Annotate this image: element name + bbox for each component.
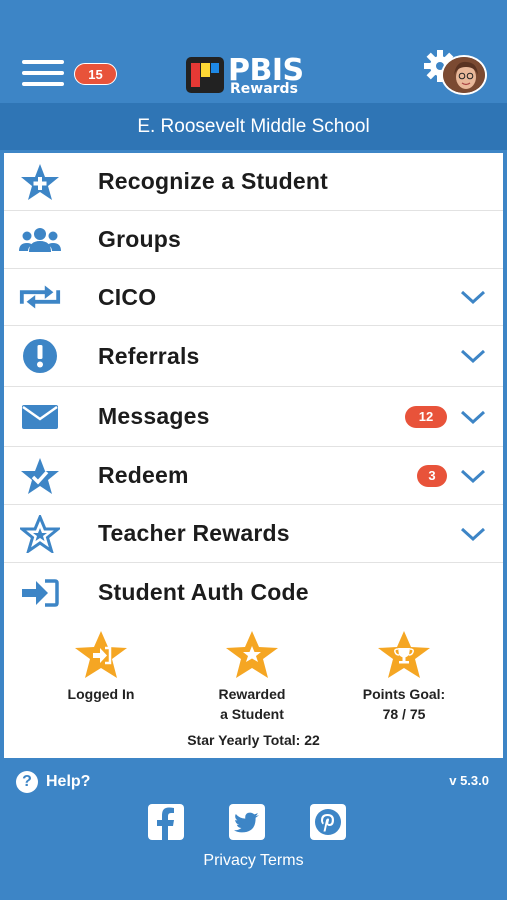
star-in-star-icon bbox=[223, 630, 281, 680]
stat-label-line: Rewarded bbox=[218, 686, 286, 702]
stat-label: Rewarded a Student bbox=[182, 684, 322, 724]
chevron-down-icon[interactable] bbox=[459, 287, 487, 307]
help-link[interactable]: ? Help? bbox=[16, 771, 90, 793]
star-outline-icon bbox=[18, 514, 62, 553]
swap-arrows-icon bbox=[18, 279, 62, 315]
main-menu: Recognize a Student Groups CICO Referral… bbox=[4, 153, 503, 622]
stat-logged-in: Logged In bbox=[31, 630, 171, 704]
help-label: Help? bbox=[46, 773, 91, 790]
question-circle-icon: ? bbox=[16, 771, 38, 793]
menu-label: Recognize a Student bbox=[98, 168, 328, 194]
points-goal-value: 78 / 75 bbox=[382, 706, 426, 722]
stat-label: Points Goal: 78 / 75 bbox=[334, 684, 474, 724]
envelope-icon bbox=[18, 399, 62, 435]
messages-count-badge: 12 bbox=[405, 405, 447, 428]
chevron-down-icon[interactable] bbox=[459, 466, 487, 486]
chevron-down-icon[interactable] bbox=[459, 407, 487, 427]
menu-label: Redeem bbox=[98, 462, 189, 488]
stat-label-line: a Student bbox=[220, 706, 284, 722]
menu-label: Referrals bbox=[98, 342, 200, 369]
menu-label: Student Auth Code bbox=[98, 579, 309, 605]
menu-item-referrals[interactable]: Referrals bbox=[4, 326, 503, 387]
menu-label: Teacher Rewards bbox=[98, 520, 290, 546]
menu-item-groups[interactable]: Groups bbox=[4, 211, 503, 269]
stat-label: Logged In bbox=[67, 686, 135, 702]
school-name: E. Roosevelt Middle School bbox=[0, 103, 507, 150]
star-check-icon bbox=[18, 457, 62, 494]
hamburger-menu-icon[interactable] bbox=[22, 60, 64, 88]
menu-item-recognize-student[interactable]: Recognize a Student bbox=[4, 153, 503, 211]
stats-panel: Logged In Rewarded a Student Points Goal… bbox=[4, 622, 503, 758]
user-avatar[interactable] bbox=[441, 55, 487, 95]
menu-item-teacher-rewards[interactable]: Teacher Rewards bbox=[4, 505, 503, 563]
menu-item-cico[interactable]: CICO bbox=[4, 269, 503, 326]
redeem-count-badge: 3 bbox=[417, 464, 447, 487]
twitter-icon[interactable] bbox=[229, 804, 265, 840]
menu-item-student-auth-code[interactable]: Student Auth Code bbox=[4, 563, 503, 622]
exclamation-circle-icon bbox=[18, 338, 62, 374]
chevron-down-icon[interactable] bbox=[459, 346, 487, 366]
sign-in-icon bbox=[18, 575, 62, 611]
star-plus-icon bbox=[18, 163, 62, 200]
star-sign-in-icon bbox=[72, 630, 130, 680]
menu-label: Groups bbox=[98, 226, 181, 252]
pinterest-icon[interactable] bbox=[310, 804, 346, 840]
pbis-rewards-logo: PBIS Rewards bbox=[186, 53, 326, 97]
logo-text-bottom: Rewards bbox=[230, 81, 298, 97]
stat-rewarded-student: Rewarded a Student bbox=[182, 630, 322, 724]
users-icon bbox=[18, 222, 62, 258]
chevron-down-icon[interactable] bbox=[459, 524, 487, 544]
menu-item-redeem[interactable]: Redeem 3 bbox=[4, 447, 503, 505]
star-yearly-total: Star Yearly Total: 22 bbox=[187, 732, 320, 748]
app-header: 15 PBIS Rewards bbox=[0, 0, 507, 103]
app-footer: ? Help? v 5.3.0 Privacy Terms bbox=[0, 760, 507, 900]
stat-points-goal: Points Goal: 78 / 75 bbox=[334, 630, 474, 724]
notification-badge[interactable]: 15 bbox=[74, 63, 117, 85]
facebook-icon[interactable] bbox=[148, 804, 184, 840]
stat-label-line: Points Goal: bbox=[362, 686, 446, 702]
privacy-terms-link[interactable]: Privacy Terms bbox=[0, 852, 507, 870]
app-version: v 5.3.0 bbox=[449, 773, 489, 788]
menu-label: CICO bbox=[98, 283, 157, 310]
menu-item-messages[interactable]: Messages 12 bbox=[4, 387, 503, 447]
star-trophy-icon bbox=[375, 630, 433, 680]
menu-label: Messages bbox=[98, 403, 210, 429]
